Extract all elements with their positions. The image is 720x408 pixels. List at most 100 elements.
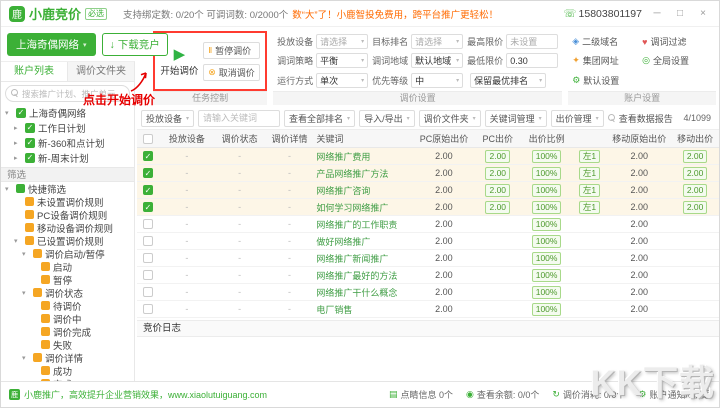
expand-arrow-icon[interactable]: ▾ xyxy=(22,354,30,362)
setting-select[interactable]: 默认地域 ▾ xyxy=(411,53,463,68)
setting-select[interactable]: 平衡 ▾ xyxy=(316,53,368,68)
bid-manage-select[interactable]: 出价管理▾ xyxy=(551,110,604,127)
setting-select[interactable]: 请选择 ▾ xyxy=(316,34,368,49)
bid-ratio-chip[interactable]: 100% xyxy=(532,218,562,231)
pc-bid-chip[interactable]: 2.00 xyxy=(485,150,510,163)
rank-chip[interactable]: 左1 xyxy=(579,184,600,197)
keyword-manage-select[interactable]: 关键词管理▾ xyxy=(485,110,547,127)
expand-arrow-icon[interactable]: ▾ xyxy=(14,237,22,245)
account-setting-link[interactable]: ✦ 集团网址 xyxy=(572,54,642,67)
filter-item[interactable]: 失败 xyxy=(1,338,134,351)
footer-item[interactable]: ▤ 点睛信息 0个 xyxy=(389,388,453,401)
table-row[interactable]: - - - 网络推广干什么概念 2.00 100% 2.00 xyxy=(137,284,719,301)
rank-chip[interactable]: 左1 xyxy=(579,150,600,163)
row-checkbox[interactable] xyxy=(143,151,153,161)
table-row[interactable]: - - - 网络推广费用 2.00 2.00 100% 左1 2.00 2.00 xyxy=(137,148,719,165)
table-row[interactable]: - - - 网络推广咨询 2.00 2.00 100% 左1 2.00 2.00 xyxy=(137,182,719,199)
price-folder-select[interactable]: 调价文件夹▾ xyxy=(419,110,481,127)
row-checkbox[interactable] xyxy=(143,219,153,229)
table-row[interactable]: - - - 产品网络推广方法 2.00 2.00 100% 左1 2.00 2.… xyxy=(137,165,719,182)
view-report-button[interactable]: 查看数据报告 xyxy=(608,112,673,125)
bid-ratio-chip[interactable]: 100% xyxy=(532,150,562,163)
pc-bid-chip[interactable]: 2.00 xyxy=(485,184,510,197)
mobile-bid-chip[interactable]: 2.00 xyxy=(683,150,708,163)
download-accounts-button[interactable]: ↓下载竞户 xyxy=(102,33,168,56)
expand-arrow-icon[interactable]: ▾ xyxy=(22,289,30,297)
bid-ratio-chip[interactable]: 100% xyxy=(532,303,562,316)
close-button[interactable]: × xyxy=(695,8,711,19)
tree-item[interactable]: ▸ 新-360和点计划 xyxy=(1,135,134,150)
rank-chip[interactable]: 左1 xyxy=(579,201,600,214)
pause-bidding-button[interactable]: Ⅱ暂停调价 xyxy=(203,42,260,59)
filter-item[interactable]: PC设备调价规则 xyxy=(1,208,134,221)
pc-bid-chip[interactable]: 2.00 xyxy=(485,201,510,214)
row-checkbox[interactable] xyxy=(143,202,153,212)
pc-bid-chip[interactable]: 2.00 xyxy=(485,167,510,180)
account-setting-link[interactable]: ⚙ 默认设置 xyxy=(572,74,642,87)
select-all-checkbox[interactable] xyxy=(143,134,153,144)
account-switcher-button[interactable]: 上海奇偶网络▾ xyxy=(7,33,96,56)
filter-item[interactable]: 调价完成 xyxy=(1,325,134,338)
mobile-bid-chip[interactable]: 2.00 xyxy=(683,201,708,214)
keyword-search-input[interactable] xyxy=(198,110,280,127)
account-setting-link[interactable]: ◎ 全局设置 xyxy=(642,54,712,67)
row-checkbox[interactable] xyxy=(143,287,153,297)
row-checkbox[interactable] xyxy=(143,185,153,195)
row-checkbox[interactable] xyxy=(143,304,153,314)
setting-select[interactable]: 0.30 ▾ xyxy=(506,53,558,68)
import-export-select[interactable]: 导入/导出▾ xyxy=(359,110,415,127)
setting-select[interactable]: 中 ▾ xyxy=(411,73,463,88)
tree-item[interactable]: ▸ 新-周末计划 xyxy=(1,150,134,165)
footer-item[interactable]: ⚙ 账户通知/0提醒 xyxy=(638,388,711,401)
filter-item[interactable]: 未设置调价规则 xyxy=(1,195,134,208)
filter-item[interactable]: 移动设备调价规则 xyxy=(1,221,134,234)
maximize-button[interactable]: □ xyxy=(672,8,688,19)
footer-item[interactable]: ◉ 查看余额: 0/0个 xyxy=(466,388,539,401)
filter-item[interactable]: ▾ 调价状态 xyxy=(1,286,134,299)
bid-ratio-chip[interactable]: 100% xyxy=(532,269,562,282)
bid-ratio-chip[interactable]: 100% xyxy=(532,252,562,265)
expand-arrow-icon[interactable]: ▸ xyxy=(14,154,22,162)
table-row[interactable]: - - - 做好网络推广 2.00 100% 2.00 xyxy=(137,233,719,250)
mobile-bid-chip[interactable]: 2.00 xyxy=(683,184,708,197)
row-checkbox[interactable] xyxy=(143,270,153,280)
filter-item[interactable]: 调价中 xyxy=(1,312,134,325)
row-checkbox[interactable] xyxy=(143,236,153,246)
titlebar-promo[interactable]: 数“大”了！小鹿智投免费用，跨平台推广更轻松！ xyxy=(292,7,498,21)
setting-select[interactable]: 单次 ▾ xyxy=(316,73,368,88)
filter-item[interactable]: ▾ 调价详情 xyxy=(1,351,134,364)
row-checkbox[interactable] xyxy=(143,253,153,263)
tree-item[interactable]: ▸ 工作日计划 xyxy=(1,120,134,135)
filter-item[interactable]: ▾ 调价启动/暂停 xyxy=(1,247,134,260)
table-row[interactable]: - - - 电厂销售 2.00 100% 2.00 xyxy=(137,301,719,318)
tree-checkbox[interactable] xyxy=(25,153,35,163)
table-row[interactable]: - - - 网络推广最好的方法 2.00 100% 2.00 xyxy=(137,267,719,284)
filter-item[interactable]: ▾ 快捷筛选 xyxy=(1,182,134,195)
tab-account-list[interactable]: 账户列表 xyxy=(1,62,68,81)
cancel-bidding-button[interactable]: ⊗取消调价 xyxy=(203,64,260,81)
filter-item[interactable]: ▾ 已设置调价规则 xyxy=(1,234,134,247)
filter-item[interactable]: 成功 xyxy=(1,364,134,377)
filter-item[interactable]: 启动 xyxy=(1,260,134,273)
expand-arrow-icon[interactable]: ▾ xyxy=(5,109,13,117)
expand-arrow-icon[interactable]: ▾ xyxy=(5,185,13,193)
tree-checkbox[interactable] xyxy=(25,123,35,133)
bid-ratio-chip[interactable]: 100% xyxy=(532,235,562,248)
setting-select[interactable]: 保留最优排名 ▾ xyxy=(470,73,546,88)
tree-checkbox[interactable] xyxy=(25,138,35,148)
bid-ratio-chip[interactable]: 100% xyxy=(532,201,562,214)
rank-chip[interactable]: 左1 xyxy=(579,167,600,180)
expand-arrow-icon[interactable]: ▸ xyxy=(14,124,22,132)
rank-filter-select[interactable]: 查看全部排名▾ xyxy=(284,110,355,127)
bid-log-header[interactable]: 竞价日志 xyxy=(137,320,719,337)
bid-ratio-chip[interactable]: 100% xyxy=(532,286,562,299)
setting-select[interactable]: 未设置 ▾ xyxy=(506,34,558,49)
filter-item[interactable]: 暂停 xyxy=(1,273,134,286)
device-filter-select[interactable]: 投放设备▾ xyxy=(141,110,194,127)
tab-price-folder[interactable]: 调价文件夹 xyxy=(68,62,134,81)
table-row[interactable]: - - - 如何学习网络推广 2.00 2.00 100% 左1 2.00 2.… xyxy=(137,199,719,216)
tree-checkbox[interactable] xyxy=(16,108,26,118)
mobile-bid-chip[interactable]: 2.00 xyxy=(683,167,708,180)
table-row[interactable]: - - - 网络推广新闻推广 2.00 100% 2.00 xyxy=(137,250,719,267)
footer-item[interactable]: ↻ 调价消耗: 0/0个 xyxy=(552,388,625,401)
